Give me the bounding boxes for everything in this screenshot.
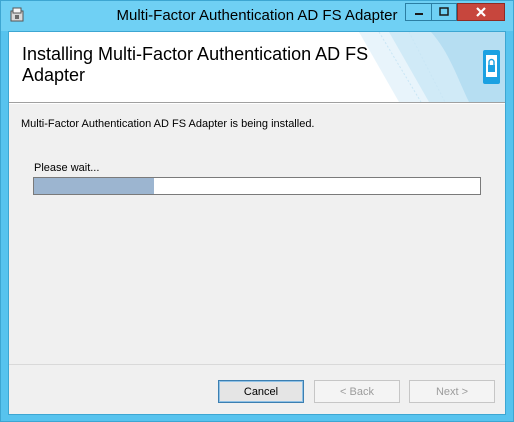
title-bar[interactable]: Multi-Factor Authentication AD FS Adapte… [1, 1, 513, 31]
cancel-button[interactable]: Cancel [218, 380, 304, 403]
header-divider [9, 102, 505, 104]
page-title: Installing Multi-Factor Authentication A… [22, 44, 369, 85]
next-button[interactable]: Next > [409, 380, 495, 403]
dialog-body: Installing Multi-Factor Authentication A… [8, 31, 506, 415]
phone-lock-icon [483, 50, 500, 84]
footer-divider [9, 364, 505, 365]
back-button[interactable]: < Back [314, 380, 400, 403]
installer-window: Multi-Factor Authentication AD FS Adapte… [0, 0, 514, 422]
close-icon [476, 7, 486, 17]
maximize-button[interactable] [431, 3, 457, 21]
maximize-icon [439, 7, 449, 16]
close-button[interactable] [457, 3, 505, 21]
header-banner: Installing Multi-Factor Authentication A… [9, 32, 505, 102]
status-message: Multi-Factor Authentication AD FS Adapte… [21, 118, 315, 130]
banner-graphic [359, 32, 505, 102]
minimize-button[interactable] [405, 3, 431, 21]
wait-label: Please wait... [34, 162, 100, 174]
progress-fill [34, 178, 155, 194]
minimize-icon [414, 13, 423, 15]
install-progress-bar [33, 177, 481, 195]
